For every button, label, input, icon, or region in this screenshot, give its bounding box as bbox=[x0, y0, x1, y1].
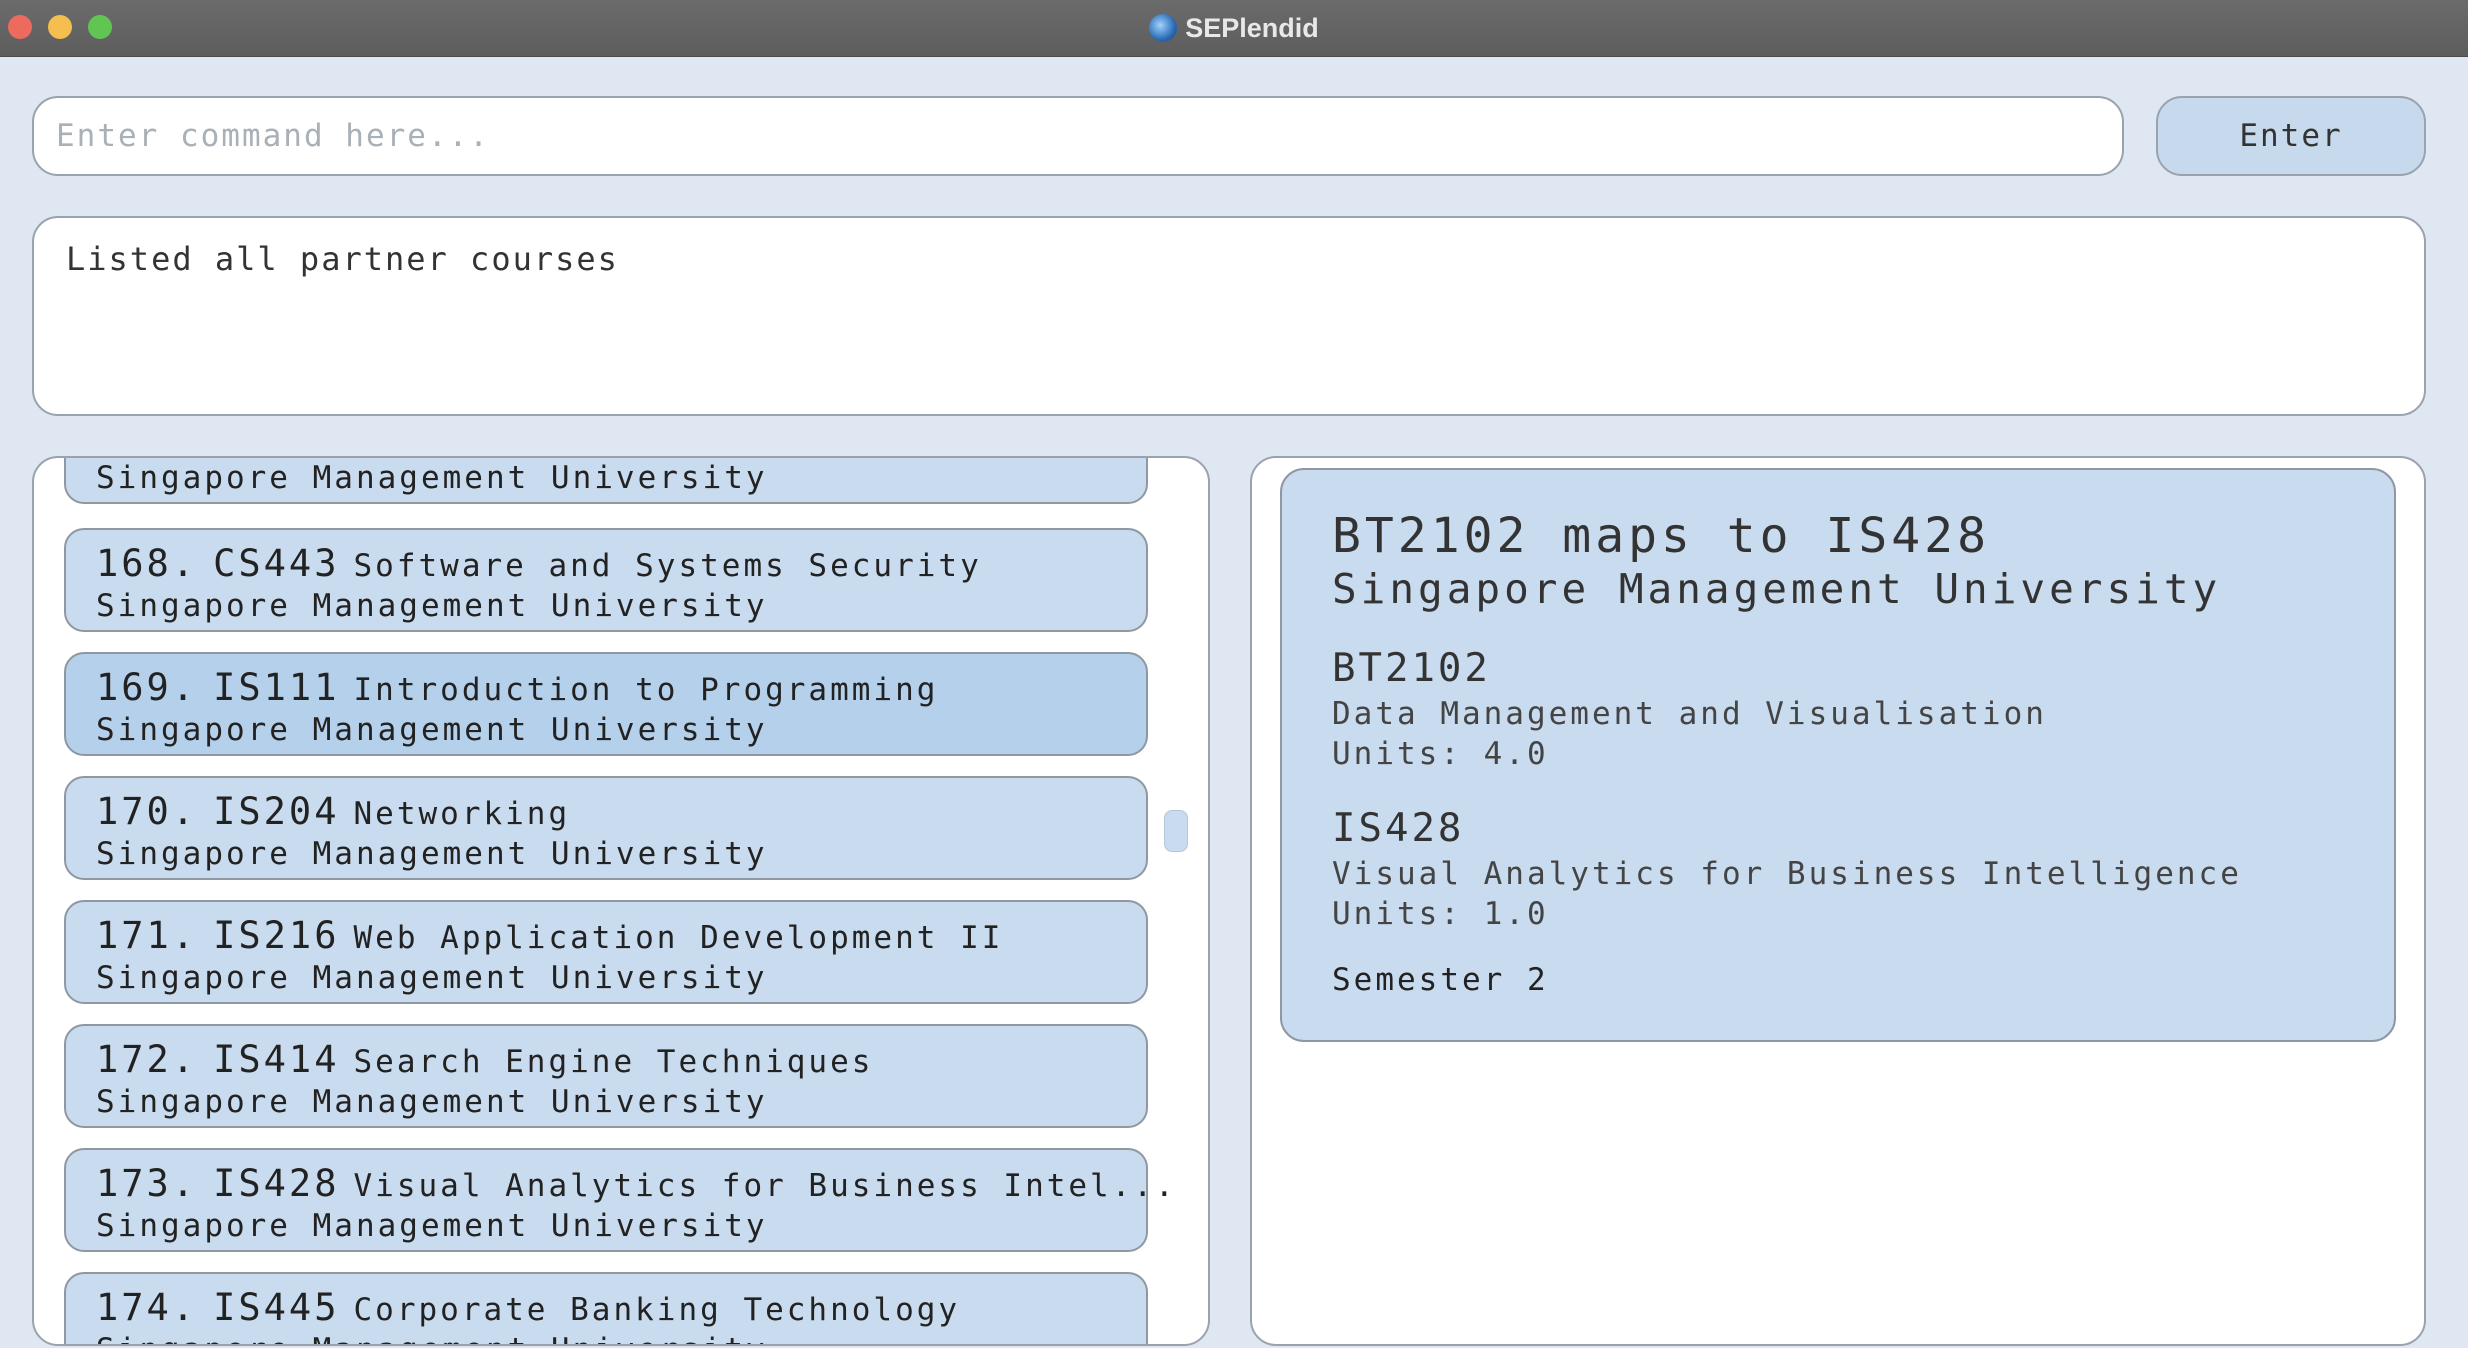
list-item-header: 170. IS204 Networking bbox=[96, 790, 1116, 836]
list-item-partial[interactable]: Singapore Management University bbox=[64, 458, 1148, 504]
list-item-index: 168. bbox=[96, 542, 198, 585]
list-item-university: Singapore Management University bbox=[96, 1208, 768, 1244]
semester-label: Semester 2 bbox=[1332, 962, 1549, 998]
mapping-detail-card: BT2102 maps to IS428 Singapore Managemen… bbox=[1280, 468, 2396, 1042]
list-item-name: Networking bbox=[353, 796, 571, 832]
list-item-code: IS445 bbox=[213, 1286, 340, 1329]
list-item[interactable]: 172. IS414 Search Engine Techniques Singapo… bbox=[64, 1024, 1148, 1128]
list-item-index: 172. bbox=[96, 1038, 198, 1081]
list-item-header: 168. CS443 Software and Systems Security bbox=[96, 542, 1116, 588]
list-item-name: Introduction to Programming bbox=[353, 672, 939, 708]
list-item[interactable]: 173. IS428 Visual Analytics for Business I… bbox=[64, 1148, 1174, 1252]
list-item-code: CS443 bbox=[213, 542, 340, 585]
partner-course-block: IS428 Visual Analytics for Business Inte… bbox=[1332, 804, 2344, 934]
list-item-index: 170. bbox=[96, 790, 198, 833]
list-item[interactable]: 174. IS445 Corporate Banking Technology Sin… bbox=[64, 1272, 1148, 1344]
list-item-header: 171. IS216 Web Application Development II bbox=[96, 914, 1116, 960]
list-item[interactable]: 171. IS216 Web Application Development II S… bbox=[64, 900, 1148, 1004]
course-list-panel[interactable]: Singapore Management University 168. CS44… bbox=[32, 456, 1210, 1346]
list-item-header: 174. IS445 Corporate Banking Technology bbox=[96, 1286, 1116, 1332]
local-course-block: BT2102 Data Management and Visualisation… bbox=[1332, 644, 2344, 774]
list-item-university: Singapore Management University bbox=[96, 960, 768, 996]
partner-course-code: IS428 bbox=[1332, 806, 1465, 851]
list-item[interactable]: 169. IS111 Introduction to Programming Sing… bbox=[64, 652, 1148, 756]
detail-panel: BT2102 maps to IS428 Singapore Managemen… bbox=[1250, 456, 2426, 1346]
scrollbar-thumb[interactable] bbox=[1164, 810, 1188, 852]
list-item-university: Singapore Management University bbox=[96, 836, 768, 872]
local-course-code: BT2102 bbox=[1332, 646, 1491, 691]
list-item-index: 174. bbox=[96, 1286, 198, 1329]
local-course-units: Units: 4.0 bbox=[1332, 736, 1549, 772]
list-item-code: IS111 bbox=[213, 666, 340, 709]
partner-course-units: Units: 1.0 bbox=[1332, 896, 1549, 932]
app-window: SEPlendid Enter Listed all partner cours… bbox=[0, 0, 2468, 1348]
list-item-name: Visual Analytics for Business Intel... bbox=[353, 1168, 1177, 1204]
list-item-name: Web Application Development II bbox=[353, 920, 1004, 956]
list-item-index: 173. bbox=[96, 1162, 198, 1205]
mapping-heading: BT2102 maps to IS428 bbox=[1332, 508, 1990, 564]
list-item-code: IS414 bbox=[213, 1038, 340, 1081]
list-item-university: Singapore Management University bbox=[96, 712, 768, 748]
window-title: SEPlendid bbox=[1185, 12, 1319, 43]
local-course-name: Data Management and Visualisation bbox=[1332, 696, 2047, 732]
partner-course-name: Visual Analytics for Business Intelligen… bbox=[1332, 856, 2242, 892]
list-item-header: 173. IS428 Visual Analytics for Business I… bbox=[96, 1162, 1174, 1208]
globe-icon bbox=[1149, 14, 1178, 42]
result-text: Listed all partner courses bbox=[66, 240, 619, 278]
list-item-index: 169. bbox=[96, 666, 198, 709]
list-item-name: Corporate Banking Technology bbox=[353, 1292, 961, 1328]
list-item-code: IS216 bbox=[213, 914, 340, 957]
result-display: Listed all partner courses bbox=[32, 216, 2426, 416]
list-item-name: Search Engine Techniques bbox=[353, 1044, 874, 1080]
list-item-name: Software and Systems Security bbox=[353, 548, 982, 584]
title-group: SEPlendid bbox=[0, 0, 2468, 56]
list-item-university: Singapore Management University bbox=[96, 1332, 1116, 1344]
list-item[interactable]: 170. IS204 Networking Singapore Management … bbox=[64, 776, 1148, 880]
command-input[interactable] bbox=[32, 96, 2124, 176]
title-bar: SEPlendid bbox=[0, 0, 2468, 57]
list-item-university: Singapore Management University bbox=[96, 588, 768, 624]
list-item-header: 169. IS111 Introduction to Programming bbox=[96, 666, 1116, 712]
list-item-code: IS428 bbox=[213, 1162, 340, 1205]
list-item-header: 172. IS414 Search Engine Techniques bbox=[96, 1038, 1116, 1084]
mapping-university: Singapore Management University bbox=[1332, 565, 2222, 613]
list-item[interactable]: 168. CS443 Software and Systems Security Si… bbox=[64, 528, 1148, 632]
list-item-index: 171. bbox=[96, 914, 198, 957]
list-item-university: Singapore Management University bbox=[96, 1084, 768, 1120]
enter-button[interactable]: Enter bbox=[2156, 96, 2426, 176]
list-item-university: Singapore Management University bbox=[96, 460, 768, 496]
list-item-code: IS204 bbox=[213, 790, 340, 833]
